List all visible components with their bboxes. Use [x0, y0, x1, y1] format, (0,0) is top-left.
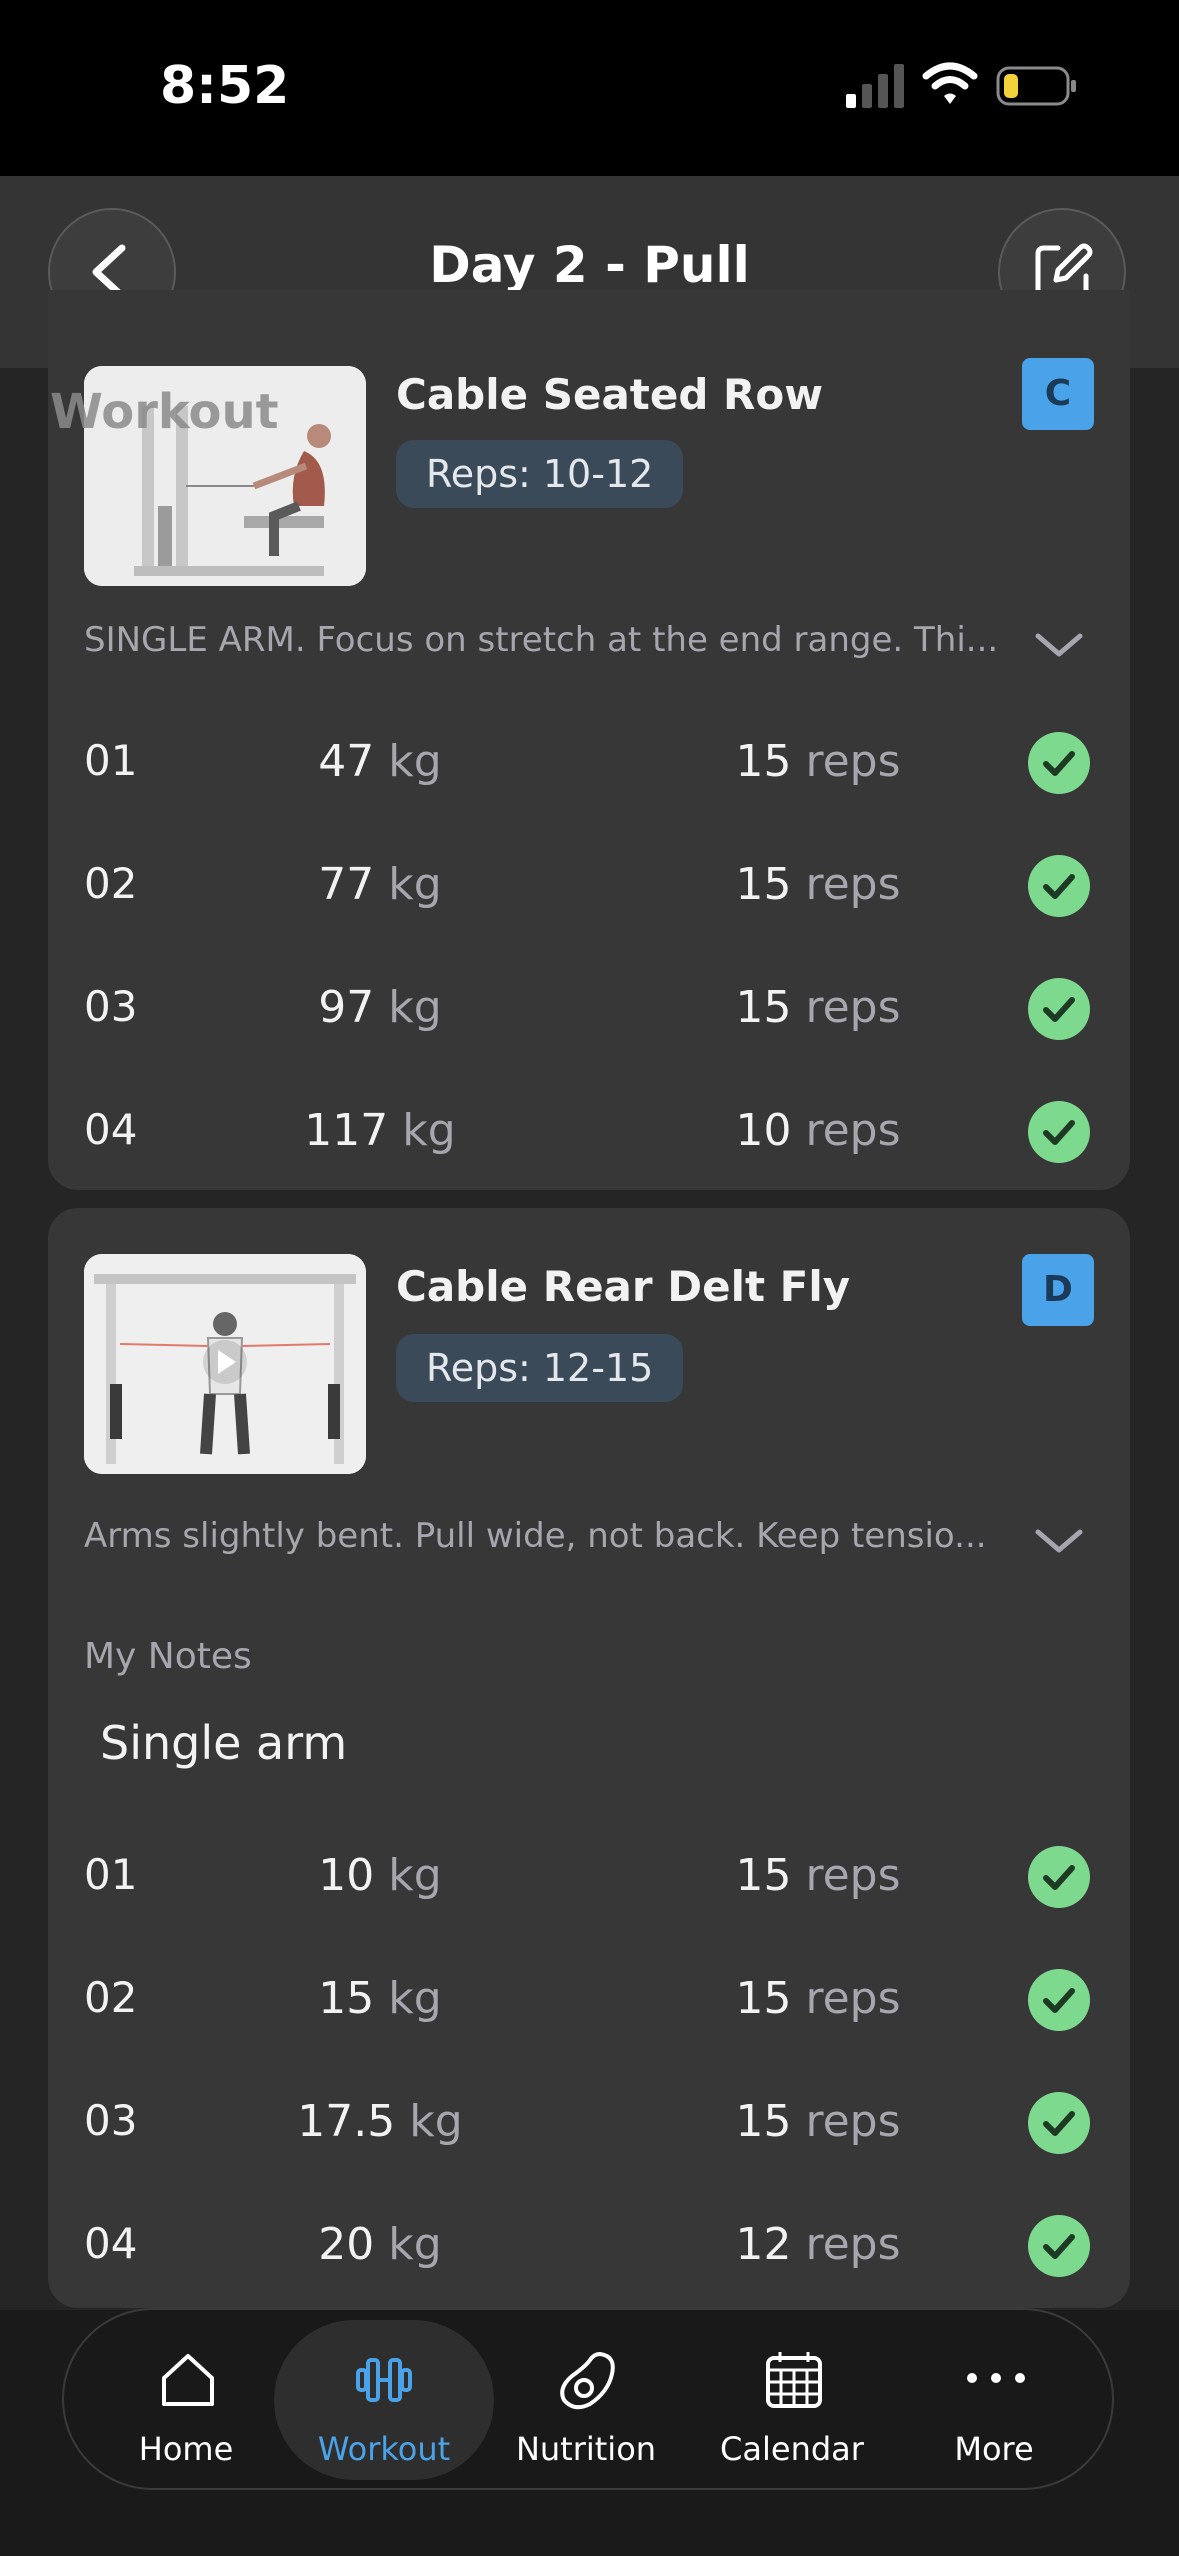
- set-weight[interactable]: 15 kg: [270, 1973, 490, 2024]
- notes-label: My Notes: [84, 1636, 252, 1677]
- chevron-down-icon[interactable]: [1032, 628, 1086, 662]
- set-reps[interactable]: 15 reps: [668, 1973, 968, 2024]
- set-row[interactable]: 02 77 kg 15 reps: [48, 841, 1130, 931]
- chevron-down-icon[interactable]: [1032, 1524, 1086, 1558]
- set-number: 01: [84, 736, 138, 785]
- set-row[interactable]: 01 10 kg 15 reps: [48, 1832, 1130, 1922]
- set-complete-check-icon[interactable]: [1028, 732, 1090, 794]
- exercise-description[interactable]: SINGLE ARM. Focus on stretch at the end …: [84, 620, 1004, 660]
- avocado-icon: [560, 2351, 615, 2410]
- tab-label: More: [954, 2430, 1034, 2468]
- notes-field[interactable]: Single arm: [100, 1716, 347, 1770]
- set-row[interactable]: 01 47 kg 15 reps: [48, 718, 1130, 808]
- set-row[interactable]: 03 97 kg 15 reps: [48, 964, 1130, 1054]
- exercise-description[interactable]: Arms slightly bent. Pull wide, not back.…: [84, 1516, 1004, 1556]
- exercise-card: Workout Cable Seated Row Reps: 10-12 C S…: [48, 290, 1130, 1190]
- signal-icon: [846, 64, 904, 108]
- set-number: 04: [84, 2219, 138, 2268]
- set-row[interactable]: 04 20 kg 12 reps: [48, 2201, 1130, 2291]
- battery-icon: [996, 66, 1076, 106]
- set-complete-check-icon[interactable]: [1028, 2215, 1090, 2277]
- exercise-thumbnail[interactable]: [84, 1254, 366, 1474]
- exercise-name: Cable Seated Row: [396, 370, 824, 419]
- tab-label: Workout: [317, 2430, 451, 2468]
- tab-label: Calendar: [720, 2430, 864, 2468]
- set-complete-check-icon[interactable]: [1028, 1846, 1090, 1908]
- scrolled-section-label: Workout: [50, 384, 279, 440]
- tab-label: Nutrition: [515, 2430, 657, 2468]
- set-row[interactable]: 02 15 kg 15 reps: [48, 1955, 1130, 2045]
- set-complete-check-icon[interactable]: [1028, 855, 1090, 917]
- set-complete-check-icon[interactable]: [1028, 2092, 1090, 2154]
- set-weight[interactable]: 117 kg: [270, 1105, 490, 1156]
- set-reps[interactable]: 15 reps: [668, 1850, 968, 1901]
- set-weight[interactable]: 77 kg: [270, 859, 490, 910]
- set-complete-check-icon[interactable]: [1028, 978, 1090, 1040]
- set-row[interactable]: 03 17.5 kg 15 reps: [48, 2078, 1130, 2168]
- set-reps[interactable]: 15 reps: [668, 736, 968, 787]
- set-row[interactable]: 04 117 kg 10 reps: [48, 1087, 1130, 1177]
- set-weight[interactable]: 47 kg: [270, 736, 490, 787]
- tab-label: Home: [138, 2430, 234, 2468]
- tab-calendar[interactable]: Calendar: [692, 2310, 892, 2488]
- set-weight[interactable]: 20 kg: [270, 2219, 490, 2270]
- set-number: 03: [84, 982, 138, 1031]
- set-number: 03: [84, 2096, 138, 2145]
- home-icon: [162, 2354, 214, 2406]
- tab-nutrition[interactable]: Nutrition: [486, 2310, 686, 2488]
- tab-workout[interactable]: Workout: [274, 2310, 494, 2488]
- set-weight[interactable]: 17.5 kg: [270, 2096, 490, 2147]
- set-reps[interactable]: 12 reps: [668, 2219, 968, 2270]
- superset-badge[interactable]: D: [1022, 1254, 1094, 1326]
- wifi-icon: [922, 62, 978, 104]
- set-complete-check-icon[interactable]: [1028, 1969, 1090, 2031]
- tab-more[interactable]: More: [894, 2310, 1094, 2488]
- reps-target-pill: Reps: 12-15: [396, 1334, 684, 1402]
- reps-target-pill: Reps: 10-12: [396, 440, 684, 508]
- calendar-icon: [766, 2352, 822, 2408]
- set-number: 02: [84, 1973, 138, 2022]
- set-number: 04: [84, 1105, 138, 1154]
- set-weight[interactable]: 10 kg: [270, 1850, 490, 1901]
- dumbbell-icon: [356, 2358, 412, 2402]
- status-time: 8:52: [160, 56, 290, 116]
- status-bar: 8:52: [0, 0, 1179, 176]
- set-number: 02: [84, 859, 138, 908]
- bottom-tab-bar: Home Workout Nutrition Calendar More: [62, 2308, 1114, 2490]
- set-complete-check-icon[interactable]: [1028, 1101, 1090, 1163]
- set-reps[interactable]: 15 reps: [668, 982, 968, 1033]
- more-icon: [967, 2373, 1025, 2383]
- superset-badge[interactable]: C: [1022, 358, 1094, 430]
- set-reps[interactable]: 10 reps: [668, 1105, 968, 1156]
- set-reps[interactable]: 15 reps: [668, 2096, 968, 2147]
- set-weight[interactable]: 97 kg: [270, 982, 490, 1033]
- tab-home[interactable]: Home: [86, 2310, 286, 2488]
- set-reps[interactable]: 15 reps: [668, 859, 968, 910]
- exercise-card: Cable Rear Delt Fly Reps: 12-15 D Arms s…: [48, 1208, 1130, 2308]
- set-number: 01: [84, 1850, 138, 1899]
- exercise-name: Cable Rear Delt Fly: [396, 1262, 851, 1311]
